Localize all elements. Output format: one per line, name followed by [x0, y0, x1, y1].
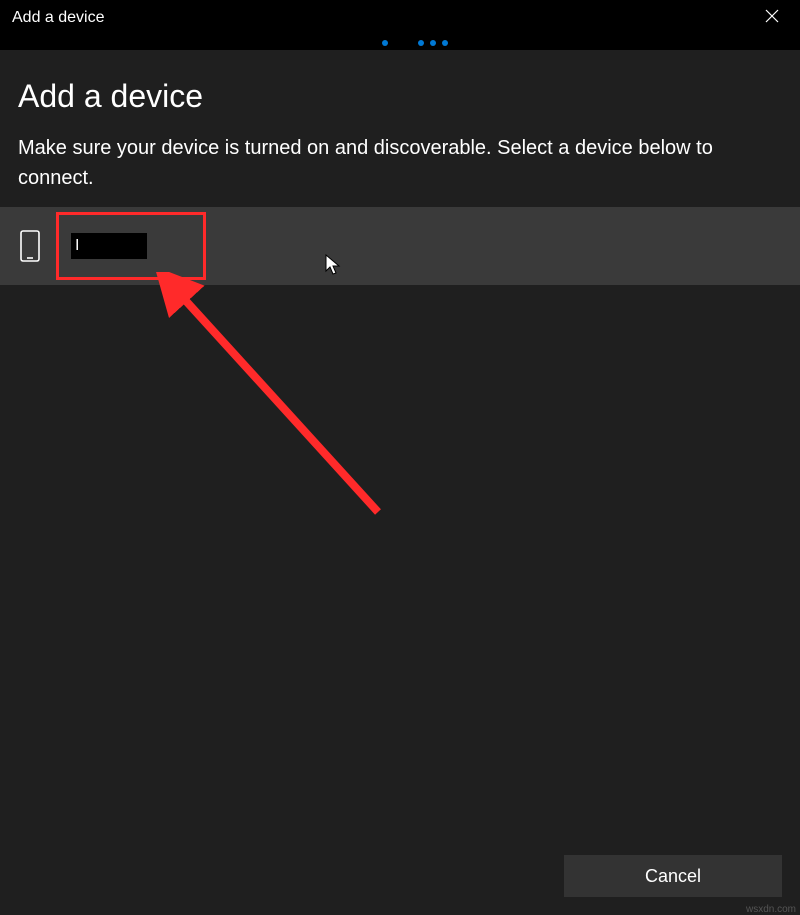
device-name-redacted: I	[71, 233, 147, 259]
close-icon	[765, 9, 779, 26]
device-name-label: I	[75, 237, 79, 255]
window-title: Add a device	[12, 9, 105, 27]
progress-dot	[430, 40, 436, 46]
progress-indicator	[0, 36, 800, 50]
titlebar: Add a device	[0, 0, 800, 36]
annotation-arrow	[148, 272, 398, 532]
close-button[interactable]	[756, 2, 788, 34]
footer: Cancel	[564, 855, 782, 897]
cancel-button[interactable]: Cancel	[564, 855, 782, 897]
progress-dot	[382, 40, 388, 46]
device-list-item[interactable]: I	[0, 207, 800, 285]
page-title: Add a device	[18, 78, 782, 115]
annotation-highlight-box: I	[56, 212, 206, 280]
progress-dot	[418, 40, 424, 46]
page-subtext: Make sure your device is turned on and d…	[18, 133, 782, 193]
progress-dot	[442, 40, 448, 46]
watermark: wsxdn.com	[746, 904, 796, 915]
phone-icon	[18, 229, 42, 263]
content-area: Add a device Make sure your device is tu…	[0, 50, 800, 193]
